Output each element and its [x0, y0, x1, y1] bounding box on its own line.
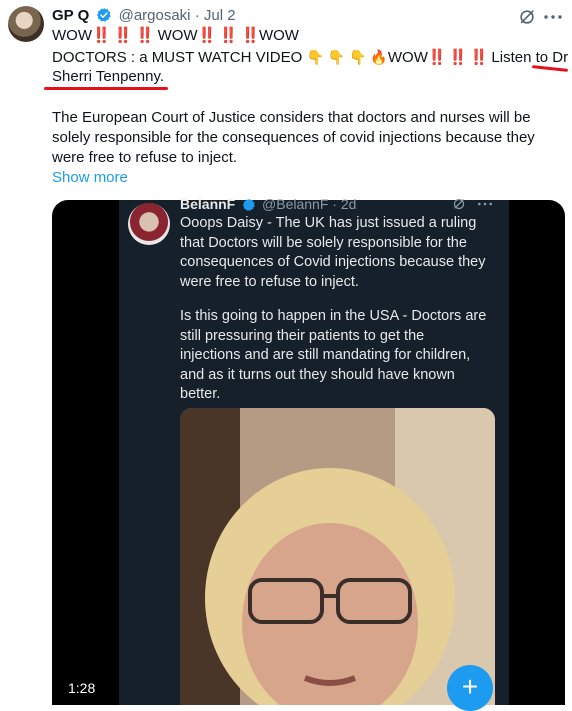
speaker-image — [180, 408, 495, 705]
verified-badge-icon — [97, 8, 112, 22]
grok-icon[interactable] — [518, 8, 536, 26]
separator-dot: · — [332, 196, 337, 212]
double-exclamation-emoji: ‼️ — [91, 27, 111, 44]
verified-badge-icon — [242, 198, 255, 211]
tweet-line-1: WOW‼️ ‼️ ‼️ WOW‼️ ‼️ ‼️WOW — [52, 26, 299, 46]
tweet-date[interactable]: Jul 2 — [204, 7, 236, 24]
quoted-text-line: and as it turns out they should have kno… — [180, 366, 455, 383]
double-exclamation-emoji: ‼️ — [135, 27, 155, 44]
text-doctors-must-watch: DOCTORS : a MUST WATCH VIDEO — [52, 49, 307, 66]
pointing-down-fire-emoji: 👇 👇 👇 🔥 — [306, 49, 388, 65]
show-more-link[interactable]: Show more — [52, 168, 128, 188]
video-duration: 1:28 — [68, 680, 96, 696]
double-exclamation-emoji: ‼️ — [197, 27, 217, 44]
tweet-line-3: Sherri Tenpenny. — [52, 68, 165, 85]
quoted-text-line: were free to refuse to inject. — [180, 273, 359, 290]
author-name[interactable]: GP Q — [52, 7, 89, 24]
quoted-handle: @BelannF — [262, 196, 329, 212]
text-wow: WOW — [52, 27, 92, 44]
double-exclamation-emoji: ‼️ — [241, 27, 260, 44]
quoted-text-line: Ooops Daisy - The UK has just issued a r… — [180, 215, 477, 231]
add-button[interactable]: + — [447, 665, 493, 711]
double-exclamation-emoji: ‼️ — [219, 27, 238, 44]
text-wow: WOW — [258, 27, 299, 44]
author-handle[interactable]: @argosaki — [119, 7, 191, 24]
more-options-icon[interactable] — [542, 8, 564, 26]
tweet-paragraph: The European Court of Justice considers … — [52, 109, 535, 166]
tweet-line-2: DOCTORS : a MUST WATCH VIDEO 👇 👇 👇 🔥WOW‼… — [52, 47, 568, 68]
text-wow: WOW — [387, 49, 428, 66]
quoted-author-name: BelannF — [180, 196, 236, 212]
author-avatar[interactable] — [8, 6, 44, 42]
quoted-text-line: injections and are still mandating for c… — [180, 347, 471, 363]
quoted-text-line: that Doctors will be solely responsible … — [180, 234, 467, 251]
quoted-text-line: Is this going to happen in the USA - Doc… — [180, 308, 487, 324]
tweet-header: GP Q @argosaki · Jul 2 — [52, 6, 236, 26]
quoted-text-line: consequences of Covid injections because… — [180, 254, 486, 270]
separator-dot: · — [194, 7, 200, 24]
red-underline-name — [44, 87, 168, 90]
more-options-icon — [477, 202, 493, 206]
quoted-text-line: still pressuring their patients to get t… — [180, 327, 425, 344]
double-exclamation-emoji: ‼️ ‼️ ‼️ — [427, 49, 488, 66]
text-wow: WOW — [157, 27, 198, 44]
text-listen-to: Listen to Dr — [491, 49, 569, 66]
quoted-text-line: better. — [180, 386, 221, 402]
embedded-video-frame — [180, 408, 495, 705]
quoted-author-avatar — [128, 203, 170, 245]
quoted-date: 2d — [340, 196, 357, 212]
grok-icon — [453, 198, 465, 210]
double-exclamation-emoji: ‼️ — [113, 27, 133, 44]
quoted-header: BelannF @BelannF · 2d — [180, 196, 356, 212]
